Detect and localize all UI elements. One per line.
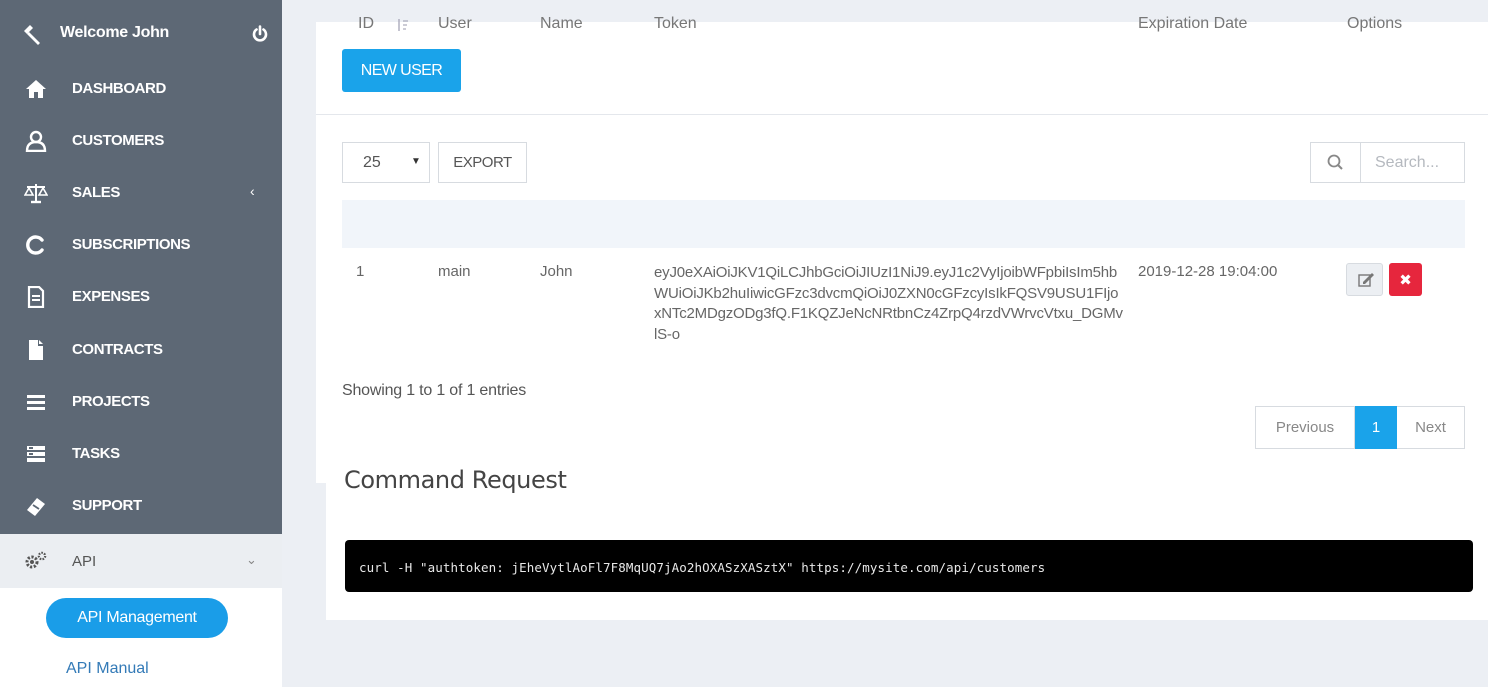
page-length-select[interactable]: 25 ▼: [342, 142, 430, 183]
search-icon[interactable]: [1311, 143, 1361, 182]
edit-icon: [1358, 273, 1374, 287]
bars-icon: [27, 395, 45, 410]
command-code-block: curl -H "authtoken: jEheVytlAoFl7F8MqUQ7…: [345, 540, 1473, 592]
table-info: Showing 1 to 1 of 1 entries: [342, 382, 527, 399]
sidebar-item-label: TASKS: [72, 445, 120, 462]
home-icon: [26, 80, 46, 98]
chevron-down-icon: ⌄: [246, 552, 257, 567]
ticket-icon: [27, 498, 45, 516]
pagination: Previous 1 Next: [1255, 406, 1465, 449]
column-header-token[interactable]: Token: [654, 15, 697, 33]
sidebar-item-label: API: [72, 553, 97, 570]
column-header-options: Options: [1347, 15, 1403, 32]
pagination-page-1[interactable]: 1: [1355, 406, 1397, 449]
sidebar-item-label: CONTRACTS: [72, 341, 163, 358]
sidebar-item-label: SUPPORT: [72, 497, 142, 514]
sidebar-item-label: DASHBOARD: [72, 80, 166, 97]
column-header-id[interactable]: ID: [358, 15, 374, 33]
delete-button[interactable]: ✖: [1389, 263, 1422, 296]
document-icon: [27, 286, 45, 308]
new-user-button[interactable]: NEW USER: [342, 49, 461, 92]
column-header-expiration[interactable]: Expiration Date: [1138, 15, 1247, 33]
sidebar-item-sales[interactable]: SALES ‹: [0, 167, 282, 219]
sidebar-item-support[interactable]: SUPPORT: [0, 480, 282, 532]
sidebar-item-expenses[interactable]: EXPENSES: [0, 271, 282, 323]
pagination-next[interactable]: Next: [1397, 406, 1465, 449]
sidebar-item-label: SALES: [72, 184, 121, 201]
search-input[interactable]: [1362, 143, 1464, 182]
edit-button[interactable]: [1346, 263, 1383, 296]
cell-expiration: 2019-12-28 19:04:00: [1138, 263, 1278, 280]
sidebar-subitem-api-management[interactable]: API Management: [46, 598, 228, 638]
cogs-icon: [25, 551, 47, 569]
chevron-left-icon: ‹: [250, 183, 255, 199]
sidebar-item-api[interactable]: API ⌄: [0, 534, 282, 588]
power-icon[interactable]: [250, 24, 270, 44]
sidebar-item-label: SUBSCRIPTIONS: [72, 236, 191, 253]
welcome-text: Welcome John: [60, 24, 170, 41]
user-icon: [25, 130, 47, 152]
toolbar-panel: [316, 22, 1488, 115]
sidebar-item-label: CUSTOMERS: [72, 132, 164, 149]
column-header-user[interactable]: User: [438, 15, 472, 33]
sidebar-item-label: PROJECTS: [72, 393, 150, 410]
sidebar-header: Welcome John: [0, 10, 282, 58]
section-title: Command Request: [344, 466, 567, 494]
cell-token: eyJ0eXAiOiJKV1QiLCJhbGciOiJIUzI1NiJ9.eyJ…: [654, 264, 1123, 343]
sidebar: Welcome John DASHBOARD CUSTOMERS SALES ‹…: [0, 0, 282, 687]
sidebar-item-tasks[interactable]: TASKS: [0, 428, 282, 480]
search-box: [1310, 142, 1465, 183]
cell-id: 1: [356, 263, 365, 280]
sidebar-item-label: EXPENSES: [72, 288, 150, 305]
export-button[interactable]: EXPORT: [438, 142, 527, 183]
refresh-c-icon: [26, 235, 44, 255]
sidebar-item-contracts[interactable]: CONTRACTS: [0, 324, 282, 376]
sidebar-item-projects[interactable]: PROJECTS: [0, 376, 282, 428]
caret-down-icon: ▼: [411, 156, 421, 167]
sidebar-subitem-api-manual[interactable]: API Manual: [66, 660, 149, 678]
cell-name: John: [540, 263, 573, 280]
sidebar-item-customers[interactable]: CUSTOMERS: [0, 115, 282, 167]
gavel-icon: [24, 25, 40, 45]
tasks-list-icon: [27, 446, 45, 462]
column-header-name[interactable]: Name: [540, 15, 583, 33]
close-icon: ✖: [1399, 271, 1412, 289]
page-length-value: 25: [363, 154, 381, 171]
cell-user: main: [438, 263, 471, 280]
file-icon: [29, 340, 43, 360]
sidebar-nav: Welcome John DASHBOARD CUSTOMERS SALES ‹…: [0, 0, 282, 534]
table-header: [342, 200, 1465, 248]
sidebar-item-dashboard[interactable]: DASHBOARD: [0, 63, 282, 115]
pagination-previous[interactable]: Previous: [1255, 406, 1355, 449]
sidebar-item-subscriptions[interactable]: SUBSCRIPTIONS: [0, 219, 282, 271]
sort-asc-icon: [398, 19, 408, 31]
balance-scale-icon: [24, 184, 48, 204]
